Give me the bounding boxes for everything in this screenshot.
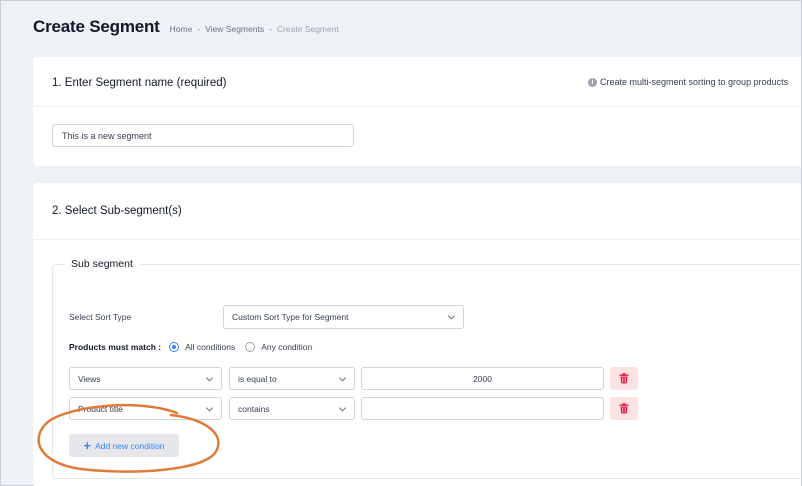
page-title: Create Segment (33, 17, 160, 36)
add-condition-label: Add new condition (95, 440, 165, 451)
trash-icon (619, 403, 629, 414)
breadcrumb-view-segments[interactable]: View Segments (205, 24, 264, 34)
radio-all-conditions-label[interactable]: All conditions (185, 342, 235, 352)
chevron-down-icon (205, 373, 214, 382)
chevron-down-icon (338, 373, 347, 382)
condition-operator-value: is equal to (238, 373, 277, 384)
radio-all-conditions[interactable] (169, 342, 180, 352)
subsegment-card-header: 2. Select Sub-segment(s) (33, 183, 801, 240)
sort-type-value: Custom Sort Type for Segment (232, 312, 349, 322)
info-text: Create multi-segment sorting to group pr… (600, 77, 789, 87)
add-condition-button[interactable]: + Add new condition (69, 434, 179, 457)
sort-type-label: Select Sort Type (69, 312, 132, 322)
breadcrumb-current: Create Segment (276, 24, 339, 34)
radio-any-condition[interactable] (245, 342, 256, 352)
sort-type-select[interactable]: Custom Sort Type for Segment (223, 305, 464, 329)
condition-field-value: Views (78, 373, 101, 384)
page-header: Create Segment Home - View Segments - Cr… (33, 17, 339, 37)
match-label: Products must match : (69, 342, 162, 352)
info-hint: i Create multi-segment sorting to group … (588, 77, 788, 87)
section-title: 1. Enter Segment name (required) (52, 77, 227, 89)
breadcrumb: Home - View Segments - Create Segment (170, 24, 339, 34)
match-row: Products must match : All conditions Any… (69, 342, 322, 352)
chevron-down-icon (205, 403, 214, 412)
breadcrumb-separator: - (197, 24, 201, 34)
chevron-down-icon (447, 312, 456, 320)
condition-field-select[interactable]: Product title (69, 397, 222, 420)
radio-any-condition-label[interactable]: Any condition (261, 342, 312, 352)
condition-operator-value: contains (238, 403, 270, 414)
condition-field-value: Product title (78, 403, 123, 414)
breadcrumb-separator: - (269, 24, 272, 34)
condition-operator-select[interactable]: contains (229, 397, 355, 420)
condition-operator-select[interactable]: is equal to (229, 367, 355, 390)
segment-name-card-header: 1. Enter Segment name (required) i Creat… (33, 57, 801, 107)
subsegment-card: 2. Select Sub-segment(s) Sub segment Sel… (33, 183, 801, 486)
subsegment-fieldset: Sub segment Select Sort Type Custom Sort… (52, 258, 801, 479)
subsegment-legend: Sub segment (65, 258, 139, 270)
condition-value-input[interactable]: 2000 (361, 367, 604, 390)
section-title: 2. Select Sub-segment(s) (52, 205, 182, 217)
plus-icon: + (83, 438, 92, 453)
condition-value-input[interactable] (361, 397, 604, 420)
condition-value-text: 2000 (473, 373, 492, 384)
breadcrumb-home[interactable]: Home (170, 24, 193, 34)
segment-name-input[interactable] (52, 124, 354, 147)
delete-condition-button[interactable] (610, 367, 638, 390)
info-icon: i (588, 77, 597, 87)
chevron-down-icon (338, 403, 347, 412)
segment-name-card: 1. Enter Segment name (required) i Creat… (33, 57, 801, 166)
condition-field-select[interactable]: Views (69, 367, 222, 390)
delete-condition-button[interactable] (610, 397, 638, 420)
trash-icon (619, 373, 629, 384)
